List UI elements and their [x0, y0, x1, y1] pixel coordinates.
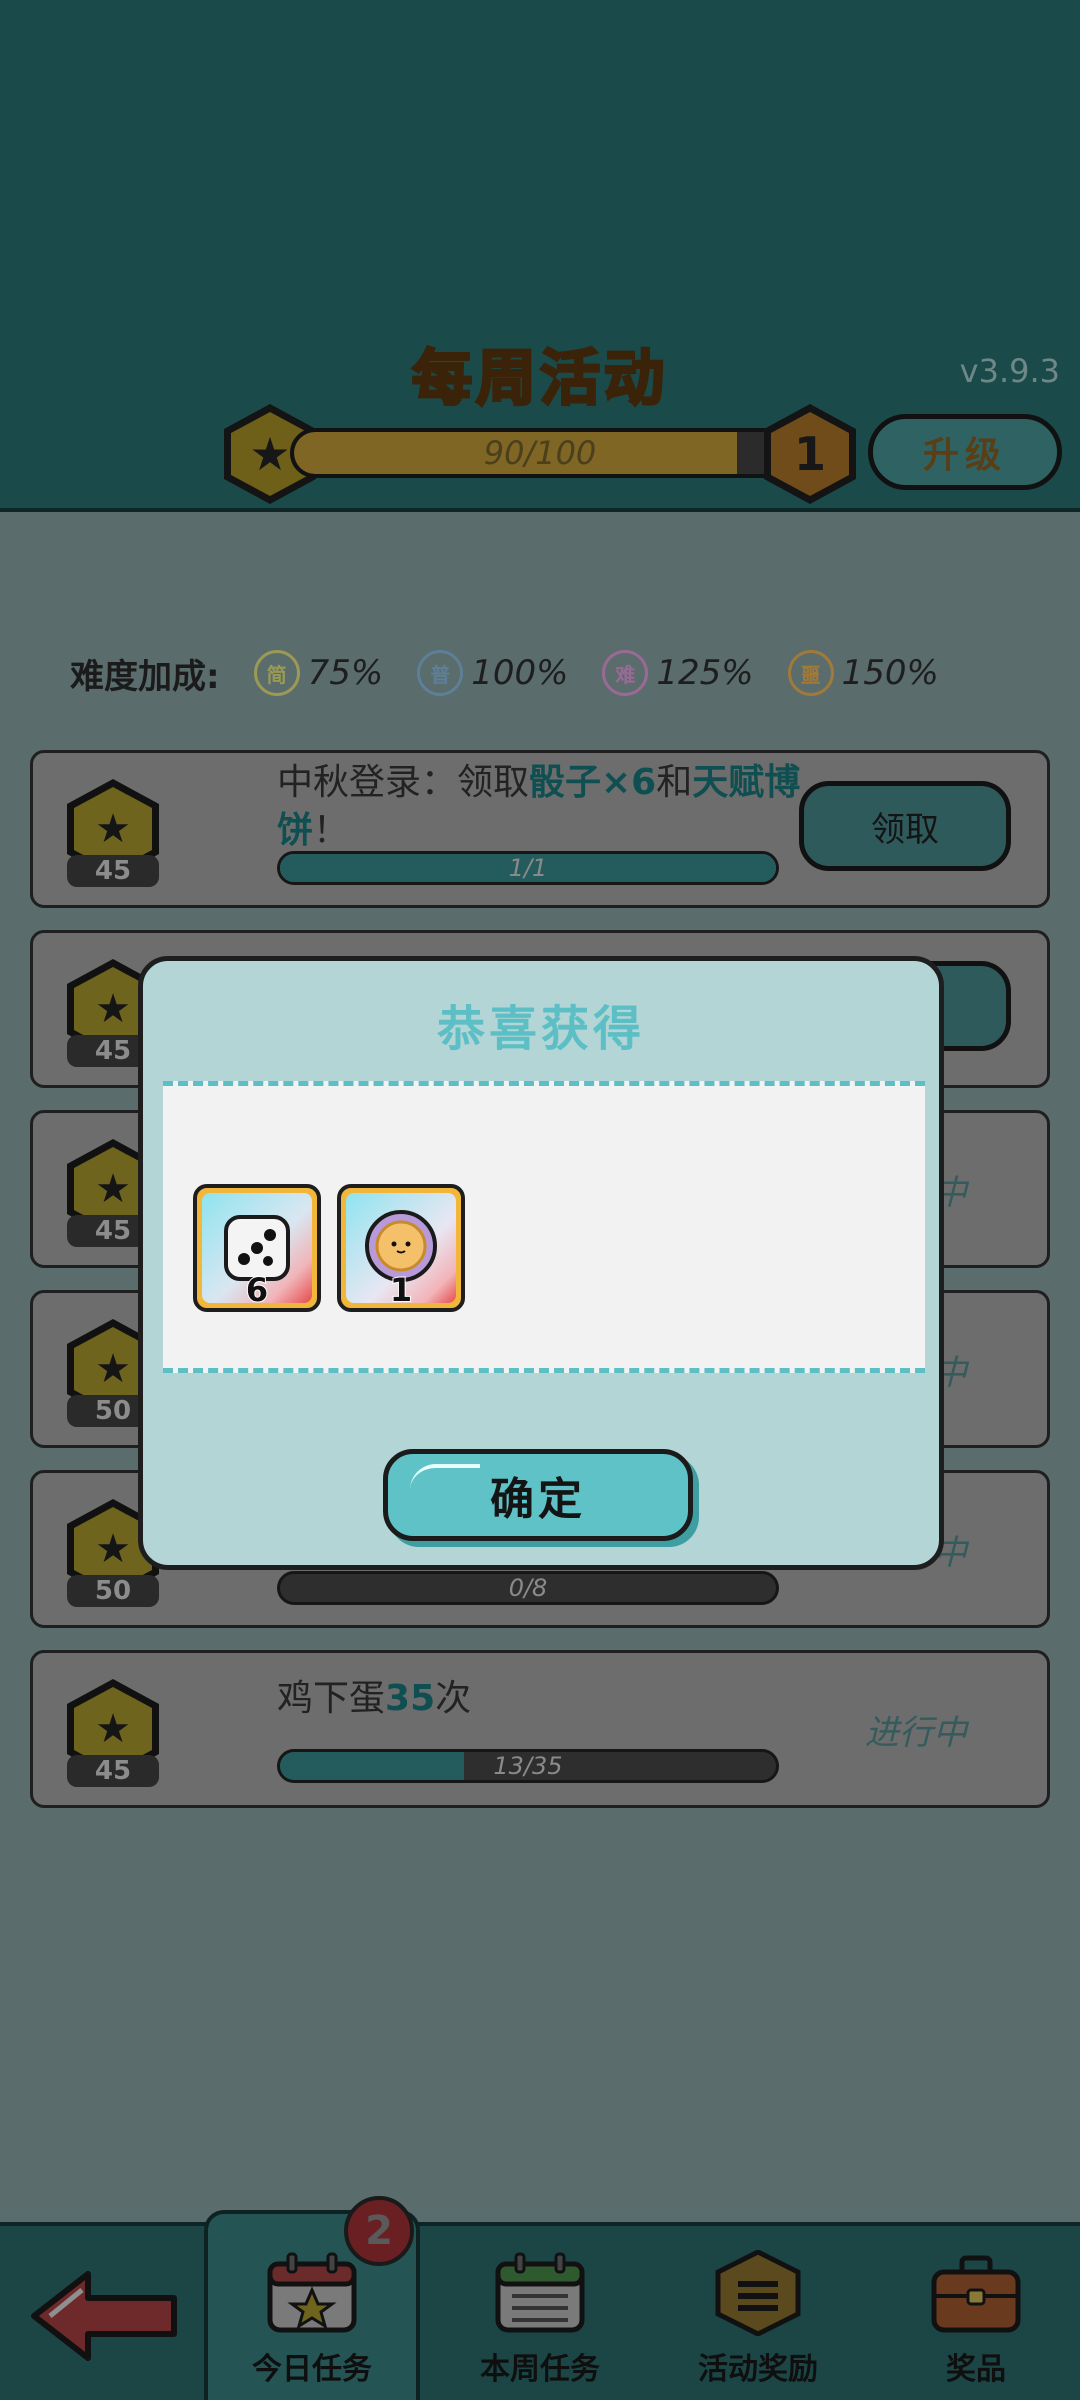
level-progress-bar: 90/100 — [290, 428, 790, 478]
reward-hexagon-icon — [715, 2250, 801, 2336]
task-title-text: 和 — [656, 762, 693, 803]
difficulty-easy-value: 75% — [307, 653, 384, 693]
task-card: ★ 45 鸡下蛋35次 13/35 进行中 — [30, 1650, 1050, 1808]
difficulty-easy-icon: 简 — [253, 650, 300, 696]
task-title-text: 次 — [435, 1678, 472, 1719]
difficulty-nightmare: 噩 150% — [787, 650, 939, 696]
task-card: ★ 45 中秋登录：领取骰子×6和天赋博 饼！ 1/1 领取 — [30, 750, 1050, 908]
confirm-label: 确定 — [490, 1474, 586, 1525]
briefcase-icon — [931, 2255, 1021, 2333]
reward-item[interactable]: 1 — [337, 1184, 465, 1312]
difficulty-normal: 普 100% — [417, 650, 568, 696]
task-title-highlight: 骰子×6 — [529, 762, 657, 803]
task-progress-bar: 13/35 — [277, 1749, 779, 1783]
tab-label: 活动奖励 — [698, 2352, 818, 2387]
task-title-text: 中秋登录：领取 — [277, 762, 530, 803]
difficulty-nightmare-icon: 噩 — [787, 650, 834, 696]
difficulty-hard-value: 125% — [656, 653, 754, 693]
tab-prizes[interactable]: 奖品 — [868, 2226, 1080, 2400]
tab-event-rewards[interactable]: 活动奖励 — [650, 2226, 866, 2400]
calendar-star-icon — [267, 2252, 357, 2333]
task-progress-text: 0/8 — [508, 1574, 548, 1602]
difficulty-hard: 难 125% — [602, 650, 754, 696]
reward-dialog: 恭喜获得 6 1 确定 — [138, 956, 944, 1570]
task-title-text: ！ — [313, 810, 350, 851]
calendar-list-icon — [495, 2252, 585, 2333]
difficulty-normal-icon: 普 — [417, 650, 464, 696]
task-progress-text: 13/35 — [493, 1752, 563, 1780]
reward-item-quantity: 1 — [389, 1270, 413, 1310]
difficulty-easy: 简 75% — [253, 650, 384, 696]
button-shine — [410, 1464, 480, 1490]
tab-label: 奖品 — [946, 2352, 1006, 2387]
task-status: 进行中 — [865, 1713, 967, 1753]
reward-items-panel: 6 1 — [163, 1081, 925, 1373]
level-progress-text: 90/100 — [483, 434, 597, 472]
task-title-highlight: 35 — [385, 1678, 436, 1719]
version-label: v3.9.3 — [959, 352, 1060, 390]
task-title: 鸡下蛋35次 — [277, 1675, 837, 1723]
task-reward: 45 — [67, 1755, 159, 1787]
difficulty-hard-icon: 难 — [602, 650, 649, 696]
task-reward: 50 — [67, 1575, 159, 1607]
task-title-highlight: 饼 — [277, 810, 314, 851]
difficulty-bonus-row: 难度加成: 简 75% 普 100% 难 125% 噩 150% — [70, 648, 939, 698]
task-progress-bar: 0/8 — [277, 1571, 779, 1605]
reward-item-quantity: 6 — [245, 1270, 269, 1310]
notification-badge: 2 — [344, 2196, 414, 2266]
task-title-highlight: 天赋博 — [692, 762, 801, 803]
claim-button[interactable]: 领取 — [799, 781, 1011, 871]
upgrade-button[interactable]: 升级 — [868, 414, 1062, 490]
dialog-title: 恭喜获得 — [436, 1001, 645, 1057]
back-arrow-icon[interactable] — [30, 2268, 180, 2364]
task-title-text: 鸡下蛋 — [277, 1678, 386, 1719]
level-number: 1 — [771, 412, 849, 496]
difficulty-label: 难度加成: — [70, 656, 220, 697]
task-progress-text: 1/1 — [508, 854, 548, 882]
difficulty-nightmare-value: 150% — [841, 653, 939, 693]
header: 每周活动 v3.9.3 ★ 90/100 1 升级 — [0, 0, 1080, 512]
bottom-nav: 今日任务 2 本周任务 活动奖励 奖品 — [0, 2196, 1080, 2400]
level-badge: 1 — [764, 404, 856, 504]
reward-item[interactable]: 6 — [193, 1184, 321, 1312]
task-reward: 45 — [67, 855, 159, 887]
confirm-button[interactable]: 确定 — [383, 1449, 693, 1541]
tab-label: 今日任务 — [252, 2352, 372, 2387]
task-title: 中秋登录：领取骰子×6和天赋博饼！ — [277, 759, 837, 855]
task-progress-bar: 1/1 — [277, 851, 779, 885]
tab-week-tasks[interactable]: 本周任务 — [432, 2226, 648, 2400]
tab-label: 本周任务 — [480, 2352, 600, 2387]
page-title: 每周活动 — [411, 343, 668, 416]
difficulty-normal-value: 100% — [471, 653, 569, 693]
